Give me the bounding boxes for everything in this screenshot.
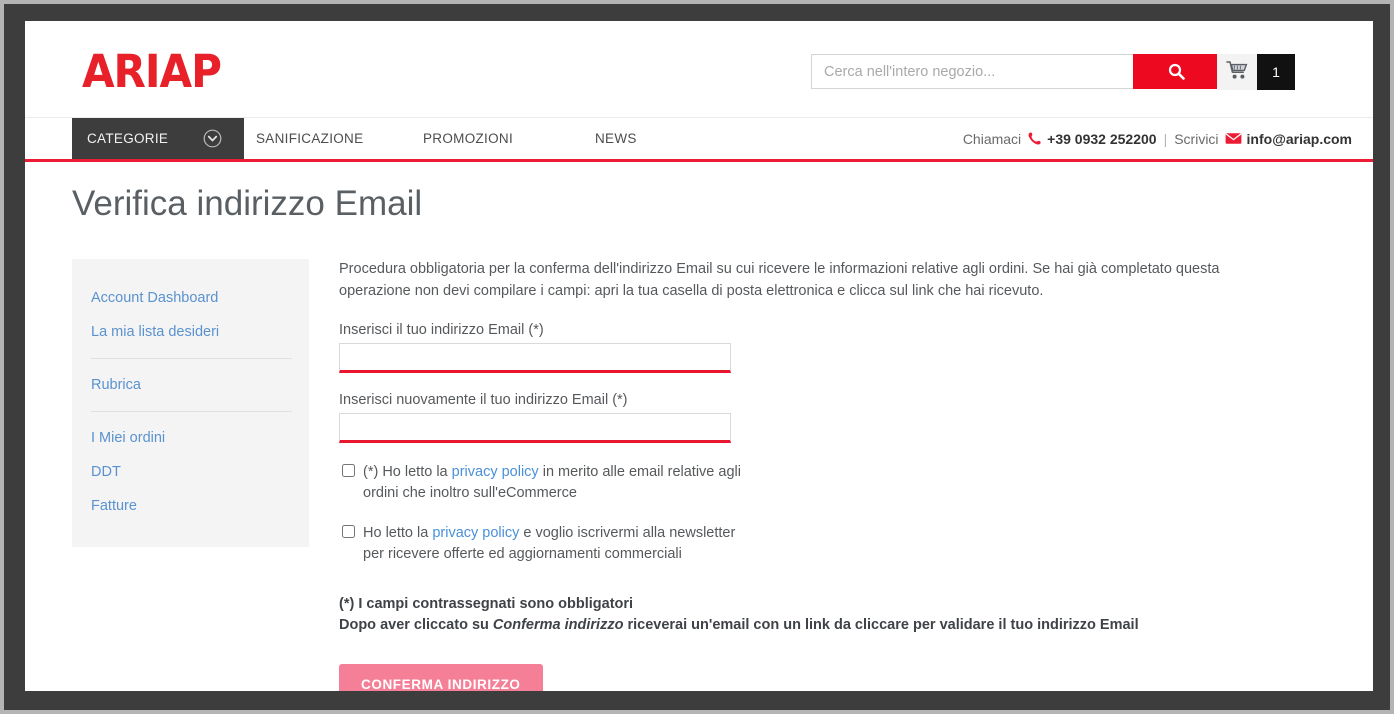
cart-widget[interactable]: 1 xyxy=(1217,54,1295,90)
newsletter-checkbox[interactable] xyxy=(342,524,355,538)
sidebar-item-ddt[interactable]: DDT xyxy=(72,455,309,489)
sidebar-item-wishlist[interactable]: La mia lista desideri xyxy=(72,315,309,349)
sidebar-item-account-dashboard[interactable]: Account Dashboard xyxy=(72,281,309,315)
newsletter-text-before: Ho letto la xyxy=(363,524,433,541)
sidebar-divider xyxy=(91,411,292,412)
required-note-line2-before: Dopo aver cliccato su xyxy=(339,617,493,634)
browser-window-frame: ARIAP Cerca nell'intero negozio... 1 CAT… xyxy=(4,4,1390,710)
contact-separator: | xyxy=(1163,130,1168,147)
ariap-logo[interactable]: ARIAP xyxy=(82,45,222,98)
sidebar-item-rubrica[interactable]: Rubrica xyxy=(72,368,309,402)
newsletter-checkbox-label: Ho letto la privacy policy e voglio iscr… xyxy=(363,523,749,565)
email-verification-form: Procedura obbligatoria per la conferma d… xyxy=(339,259,1269,691)
write-label: Scrivici xyxy=(1174,130,1219,147)
privacy-checkbox-label: (*) Ho letto la privacy policy in merito… xyxy=(363,462,749,504)
main-navigation: CATEGORIE SANIFICAZIONE PROMOZIONI NEWS … xyxy=(25,117,1373,159)
privacy-checkbox[interactable] xyxy=(342,463,355,477)
email-input[interactable] xyxy=(339,342,731,373)
search-button[interactable] xyxy=(1133,54,1219,89)
required-note-line1: (*) I campi contrassegnati sono obbligat… xyxy=(339,595,634,612)
nav-item-sanificazione[interactable]: SANIFICAZIONE xyxy=(256,118,363,159)
confirm-address-button[interactable]: CONFERMA INDIRIZZO xyxy=(339,664,543,691)
search-input[interactable] xyxy=(811,54,1133,89)
page-title: Verifica indirizzo Email xyxy=(72,184,423,223)
call-label: Chiamaci xyxy=(962,130,1022,147)
contact-info: Chiamaci +39 0932 252200 | Scrivici info… xyxy=(963,118,1352,159)
search-bar xyxy=(811,54,1219,89)
sidebar-item-my-orders[interactable]: I Miei ordini xyxy=(72,421,309,455)
email-confirm-field-label: Inserisci nuovamente il tuo indirizzo Em… xyxy=(339,391,628,408)
email-address[interactable]: info@ariap.com xyxy=(1247,131,1352,147)
cart-count-badge[interactable]: 1 xyxy=(1257,54,1295,90)
cart-icon-container[interactable] xyxy=(1217,54,1257,90)
privacy-text-before: (*) Ho letto la xyxy=(363,463,452,480)
account-sidebar: Account Dashboard La mia lista desideri … xyxy=(72,259,309,547)
nav-categorie-label: CATEGORIE xyxy=(87,131,169,146)
required-note-emphasis: Conferma indirizzo xyxy=(492,617,624,634)
envelope-icon xyxy=(1225,132,1242,145)
site-header: ARIAP Cerca nell'intero negozio... 1 xyxy=(25,21,1373,117)
newsletter-checkbox-row: Ho letto la privacy policy e voglio iscr… xyxy=(339,523,749,565)
nav-item-categorie[interactable]: CATEGORIE xyxy=(72,118,244,159)
email-field-label: Inserisci il tuo indirizzo Email (*) xyxy=(339,321,544,338)
nav-item-promozioni[interactable]: PROMOZIONI xyxy=(423,118,513,159)
email-confirm-input[interactable] xyxy=(339,412,731,443)
sidebar-item-fatture[interactable]: Fatture xyxy=(72,489,309,523)
privacy-policy-link[interactable]: privacy policy xyxy=(452,464,539,480)
page-viewport: ARIAP Cerca nell'intero negozio... 1 CAT… xyxy=(25,21,1373,691)
newsletter-privacy-policy-link[interactable]: privacy policy xyxy=(432,525,519,541)
chevron-down-circle-icon xyxy=(203,129,222,151)
sidebar-divider xyxy=(91,358,292,359)
shopping-cart-icon xyxy=(1226,60,1248,85)
nav-item-news[interactable]: NEWS xyxy=(595,118,637,159)
required-note-line2-after: riceverai un'email con un link da clicca… xyxy=(623,617,1139,634)
search-icon xyxy=(1168,63,1185,80)
phone-number[interactable]: +39 0932 252200 xyxy=(1047,131,1156,147)
privacy-checkbox-row: (*) Ho letto la privacy policy in merito… xyxy=(339,462,749,504)
page-body: Verifica indirizzo Email Account Dashboa… xyxy=(25,162,1373,691)
required-fields-note: (*) I campi contrassegnati sono obbligat… xyxy=(339,594,1269,638)
phone-icon xyxy=(1027,131,1042,146)
intro-paragraph: Procedura obbligatoria per la conferma d… xyxy=(339,261,1220,299)
